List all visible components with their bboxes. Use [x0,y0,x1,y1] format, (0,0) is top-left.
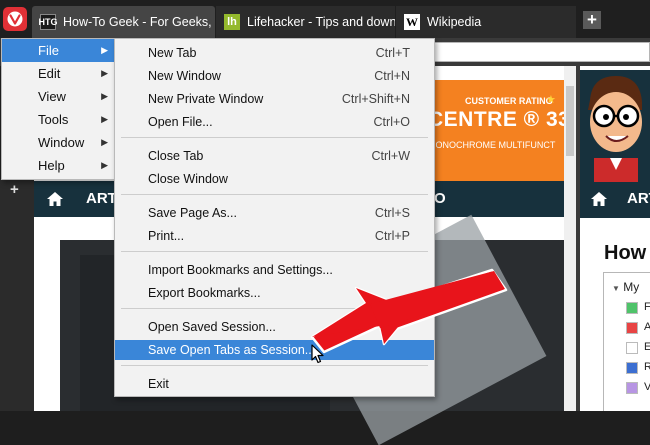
tab-lifehacker[interactable]: lh Lifehacker - Tips and downl [216,6,395,38]
file-menu-item-label: Save Open Tabs as Session... [148,343,316,357]
submenu-arrow-icon: ▶ [101,68,108,78]
vivaldi-menu-button[interactable] [3,7,27,31]
page-heading: How [604,242,647,264]
file-menu-item-save-page-as[interactable]: Save Page As... Ctrl+S [115,203,434,223]
file-menu-item-label: New Tab [148,46,197,60]
menu-item-label: Help [38,158,65,173]
color-swatch [626,362,638,374]
shortcut-label: Ctrl+N [374,69,410,83]
star-icon: ★ [546,94,556,106]
submenu-arrow-icon: ▶ [101,45,108,55]
file-menu-item-label: Print... [148,229,185,243]
add-panel-icon[interactable]: + [10,181,19,198]
lifehacker-favicon-icon: lh [224,14,240,30]
file-menu-item-label: Close Tab [148,149,204,163]
swatch-label: V [644,381,650,393]
mascot-image [580,70,650,182]
menu-item-file[interactable]: File ▶ [2,39,114,62]
side-panel [0,179,34,411]
file-menu-item-label: Close Window [148,172,228,186]
file-menu-item-label: Open Saved Session... [148,320,276,334]
file-menu-item-new-window[interactable]: New Window Ctrl+N [115,66,434,86]
menu-item-label: File [38,43,59,58]
home-icon[interactable] [46,190,64,208]
mouse-cursor-icon [311,344,324,364]
menu-item-window[interactable]: Window ▶ [2,131,114,154]
nav-articles-link[interactable]: ARTI [627,190,650,207]
menu-item-label: Edit [38,66,61,81]
menu-item-label: View [38,89,66,104]
menu-separator [121,194,428,195]
file-menu-item-close-window[interactable]: Close Window [115,169,434,189]
collapse-arrow-icon: ▼ [612,284,620,293]
file-menu-item-new-private-window[interactable]: New Private Window Ctrl+Shift+N [115,89,434,109]
banner-rating-text: CUSTOMER RATING [465,96,553,106]
file-menu-item-label: Save Page As... [148,206,237,220]
swatch-label: R [644,361,650,373]
shortcut-label: Ctrl+W [371,149,410,163]
main-menu: File ▶ Edit ▶ View ▶ Tools ▶ Window ▶ Help ▶ [1,38,115,180]
tab-label: Wikipedia [427,15,482,29]
menu-item-tools[interactable]: Tools ▶ [2,108,114,131]
wikipedia-favicon-icon: W [404,14,420,30]
annotation-arrow-icon [310,268,508,354]
file-menu-item-new-tab[interactable]: New Tab Ctrl+T [115,43,434,63]
banner-title: CENTRE ® 332 [428,108,564,131]
vivaldi-logo-icon [7,11,23,27]
menu-item-edit[interactable]: Edit ▶ [2,62,114,85]
list-header[interactable]: ▼ My [612,280,639,294]
menu-item-label: Window [38,135,85,150]
menu-item-help[interactable]: Help ▶ [2,154,114,177]
file-menu-item-label: New Private Window [148,92,264,106]
file-menu-item-exit[interactable]: Exit [115,374,434,394]
new-tab-button[interactable]: + [583,11,601,29]
submenu-arrow-icon: ▶ [101,137,108,147]
color-swatch [626,382,638,394]
geek-mascot-icon [588,76,642,182]
menu-separator [121,137,428,138]
shortcut-label: Ctrl+P [374,229,410,243]
shortcut-label: Ctrl+S [374,206,410,220]
shortcut-label: Ctrl+Shift+N [341,92,410,106]
file-menu-item-label: Open File... [148,115,213,129]
tab-wikipedia[interactable]: W Wikipedia [396,6,576,38]
file-menu-item-print[interactable]: Print... Ctrl+P [115,226,434,246]
menu-item-label: Tools [38,112,69,127]
tab-label: Lifehacker - Tips and downl [247,15,395,29]
swatch-label: F [644,301,650,313]
menu-separator [121,251,428,252]
file-menu-item-label: Import Bookmarks and Settings... [148,263,333,277]
color-swatch [626,322,638,334]
list-header-label: My [623,280,640,294]
shortcut-label: Ctrl+T [375,46,410,60]
submenu-arrow-icon: ▶ [101,114,108,124]
swatch-label: A [644,321,650,333]
htg-favicon-icon: HTG [39,14,58,30]
menu-item-view[interactable]: View ▶ [2,85,114,108]
file-menu-item-label: Exit [148,377,169,391]
file-menu-item-open-file[interactable]: Open File... Ctrl+O [115,112,434,132]
nav-link-fragment[interactable]: O [434,190,446,207]
submenu-arrow-icon: ▶ [101,160,108,170]
submenu-arrow-icon: ▶ [101,91,108,101]
file-menu-item-label: Export Bookmarks... [148,286,261,300]
tab-how-to-geek[interactable]: HTG How-To Geek - For Geeks, B [32,6,215,38]
swatch-label: E [644,341,650,353]
scrollbar-thumb[interactable] [566,86,574,156]
menu-separator [121,365,428,366]
color-swatch [626,342,638,354]
window-controls [612,0,650,38]
banner-subtitle: MONOCHROME MULTIFUNCT [428,140,556,150]
home-icon[interactable] [590,190,608,208]
tab-label: How-To Geek - For Geeks, B [63,15,215,29]
shortcut-label: Ctrl+O [373,115,410,129]
color-swatch [626,302,638,314]
file-menu-item-label: New Window [148,69,221,83]
file-menu-item-close-tab[interactable]: Close Tab Ctrl+W [115,146,434,166]
